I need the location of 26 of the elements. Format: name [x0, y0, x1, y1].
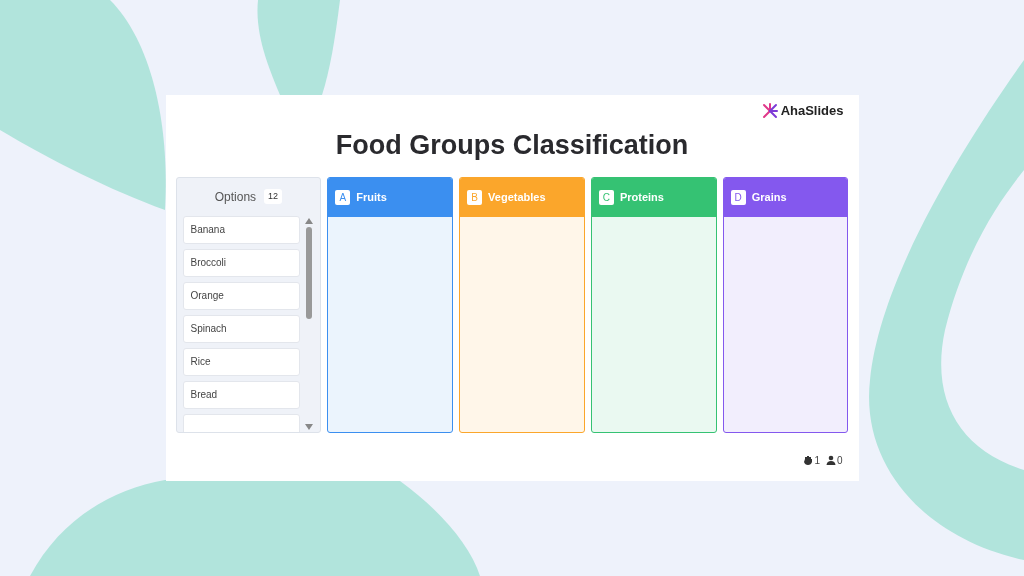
category-name: Proteins — [619, 189, 664, 205]
scroll-thumb[interactable] — [306, 226, 313, 319]
category-column[interactable]: D Grains — [722, 176, 849, 433]
option-card[interactable]: Spinach — [182, 314, 301, 343]
hand-icon — [803, 455, 814, 465]
category-name: Vegetables — [488, 189, 546, 205]
option-card[interactable]: Broccoli — [182, 248, 301, 277]
options-label: Options — [214, 188, 257, 206]
category-letter: C — [598, 189, 614, 205]
reactions-count: 1 — [814, 453, 820, 468]
user-icon — [825, 455, 836, 465]
scroll-down-icon[interactable] — [305, 423, 314, 430]
category-letter: D — [730, 189, 746, 205]
slide-title: Food Groups Classification — [334, 128, 690, 162]
category-letter: B — [467, 189, 483, 205]
option-card[interactable]: Bread — [182, 380, 301, 409]
option-card[interactable]: Rice — [182, 347, 301, 376]
category-name: Fruits — [356, 189, 387, 205]
logo-icon — [761, 102, 778, 119]
options-count: 12 — [264, 188, 283, 205]
logo-text: AhaSlides — [780, 102, 844, 120]
category-name: Grains — [751, 189, 787, 205]
category-letter: A — [335, 189, 351, 205]
option-card[interactable]: Orange — [182, 281, 301, 310]
participants-count: 0 — [836, 453, 843, 468]
option-card[interactable]: Banana — [182, 215, 301, 244]
